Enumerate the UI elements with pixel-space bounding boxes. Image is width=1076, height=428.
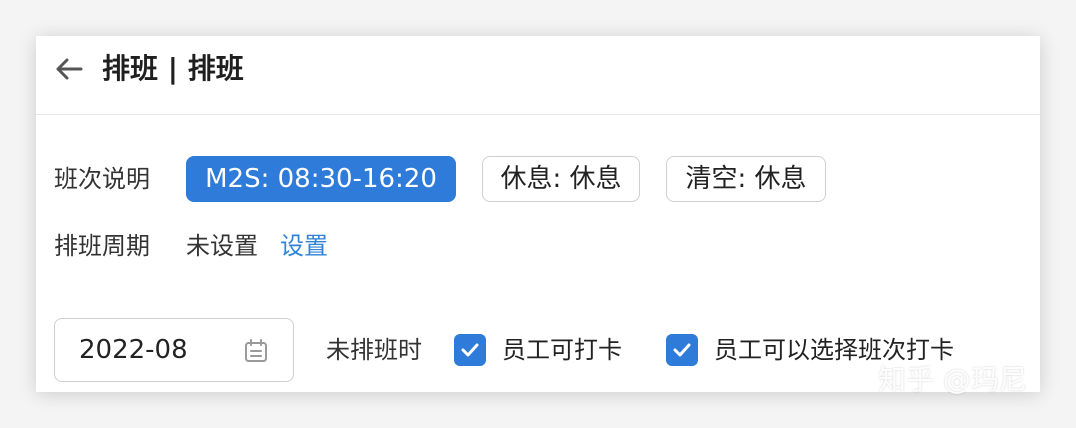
- checkmark-icon: [673, 343, 691, 357]
- shift-chip-rest[interactable]: 休息: 休息: [482, 156, 640, 202]
- schedule-cycle-value: 未设置: [186, 232, 258, 260]
- employee-can-clock-checkbox[interactable]: [454, 334, 486, 366]
- month-picker-value: 2022-08: [79, 335, 188, 365]
- page-title: 排班 | 排班: [102, 52, 244, 85]
- month-picker-input[interactable]: 2022-08: [54, 318, 294, 382]
- unscheduled-label: 未排班时: [326, 336, 422, 364]
- page-header: 排班 | 排班: [36, 36, 1040, 115]
- shift-chip-clear[interactable]: 清空: 休息: [666, 156, 826, 202]
- employee-select-shift-checkbox[interactable]: [666, 334, 698, 366]
- calendar-icon: [245, 339, 267, 362]
- schedule-cycle-set-link[interactable]: 设置: [280, 229, 328, 263]
- shift-chip-m2s[interactable]: M2S: 08:30-16:20: [186, 156, 456, 202]
- employee-can-clock-label[interactable]: 员工可打卡: [502, 333, 622, 367]
- back-button[interactable]: [54, 54, 84, 84]
- checkmark-icon: [461, 343, 479, 357]
- zhihu-watermark: 知乎 @玛尼: [878, 363, 1027, 396]
- back-arrow-icon: [56, 58, 83, 80]
- schedule-card: 排班 | 排班 班次说明 M2S: 08:30-16:20 休息: 休息 清空:…: [36, 36, 1040, 392]
- shift-description-label: 班次说明: [54, 165, 150, 193]
- schedule-cycle-label: 排班周期: [54, 232, 150, 260]
